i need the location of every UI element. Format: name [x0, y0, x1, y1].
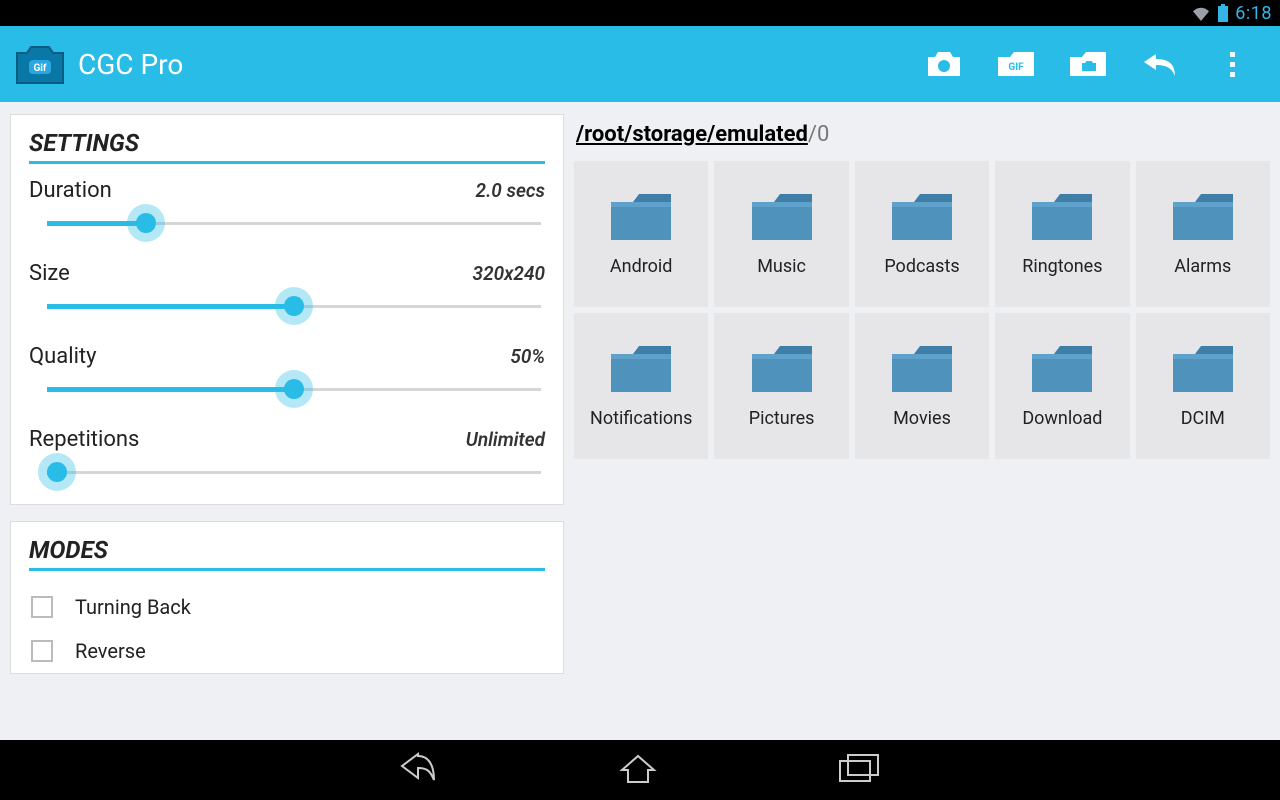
checkbox-icon[interactable]	[31, 640, 53, 662]
camera-button[interactable]	[908, 34, 980, 94]
nav-home-button[interactable]	[618, 752, 658, 788]
modes-title: MODES	[29, 536, 545, 571]
nav-back-button[interactable]	[398, 752, 438, 788]
folder-label: Music	[757, 256, 806, 277]
folder-label: Download	[1022, 408, 1102, 429]
overflow-button[interactable]	[1196, 34, 1268, 94]
breadcrumb-tail: /0	[808, 122, 829, 147]
gif-folder-button[interactable]: GIF	[980, 34, 1052, 94]
mode-label: Reverse	[75, 639, 146, 663]
folder-tile[interactable]: Alarms	[1136, 161, 1270, 307]
mode-reverse[interactable]: Reverse	[29, 629, 545, 673]
folder-label: Alarms	[1174, 256, 1231, 277]
folder-label: Movies	[893, 408, 951, 429]
photo-folder-button[interactable]	[1052, 34, 1124, 94]
wifi-icon	[1191, 5, 1211, 21]
quality-slider[interactable]	[47, 373, 541, 407]
folder-tile[interactable]: Music	[714, 161, 848, 307]
svg-text:GIF: GIF	[1008, 62, 1024, 73]
system-nav-bar	[0, 740, 1280, 800]
folder-label: Podcasts	[884, 256, 959, 277]
app-title: CGC Pro	[78, 48, 908, 81]
breadcrumb[interactable]: /root/storage/emulated/0	[570, 114, 1270, 161]
repetitions-label: Repetitions	[29, 427, 139, 452]
action-bar: Gif CGC Pro GIF	[0, 26, 1280, 102]
folder-tile[interactable]: Android	[574, 161, 708, 307]
size-value: 320x240	[473, 262, 545, 285]
modes-card: MODES Turning Back Reverse	[10, 521, 564, 674]
repetitions-value: Unlimited	[466, 428, 545, 451]
folder-tile[interactable]: Ringtones	[995, 161, 1129, 307]
mode-label: Turning Back	[75, 595, 191, 619]
status-bar: 6:18	[0, 0, 1280, 26]
size-slider[interactable]	[47, 290, 541, 324]
svg-text:Gif: Gif	[33, 63, 46, 74]
folder-label: Ringtones	[1022, 256, 1102, 277]
nav-recents-button[interactable]	[838, 753, 882, 787]
status-clock: 6:18	[1235, 3, 1272, 24]
quality-value: 50%	[510, 345, 545, 368]
duration-slider[interactable]	[47, 207, 541, 241]
duration-value: 2.0 secs	[476, 179, 545, 202]
folder-label: DCIM	[1181, 408, 1225, 429]
folder-tile[interactable]: Download	[995, 313, 1129, 459]
undo-button[interactable]	[1124, 34, 1196, 94]
folder-tile[interactable]: Movies	[855, 313, 989, 459]
duration-label: Duration	[29, 178, 112, 203]
folder-label: Pictures	[749, 408, 815, 429]
folder-tile[interactable]: DCIM	[1136, 313, 1270, 459]
settings-card: SETTINGS Duration 2.0 secs	[10, 114, 564, 505]
overflow-icon	[1220, 52, 1244, 77]
folder-tile[interactable]: Pictures	[714, 313, 848, 459]
mode-turning-back[interactable]: Turning Back	[29, 585, 545, 629]
checkbox-icon[interactable]	[31, 596, 53, 618]
folder-tile[interactable]: Notifications	[574, 313, 708, 459]
folder-label: Android	[610, 256, 673, 277]
battery-icon	[1217, 4, 1229, 22]
quality-label: Quality	[29, 344, 97, 369]
breadcrumb-linked[interactable]: /root/storage/emulated	[576, 122, 808, 147]
size-label: Size	[29, 261, 70, 286]
repetitions-slider[interactable]	[47, 456, 541, 490]
app-icon: Gif	[12, 39, 68, 89]
folder-tile[interactable]: Podcasts	[855, 161, 989, 307]
folder-label: Notifications	[590, 408, 692, 429]
settings-title: SETTINGS	[29, 129, 545, 164]
